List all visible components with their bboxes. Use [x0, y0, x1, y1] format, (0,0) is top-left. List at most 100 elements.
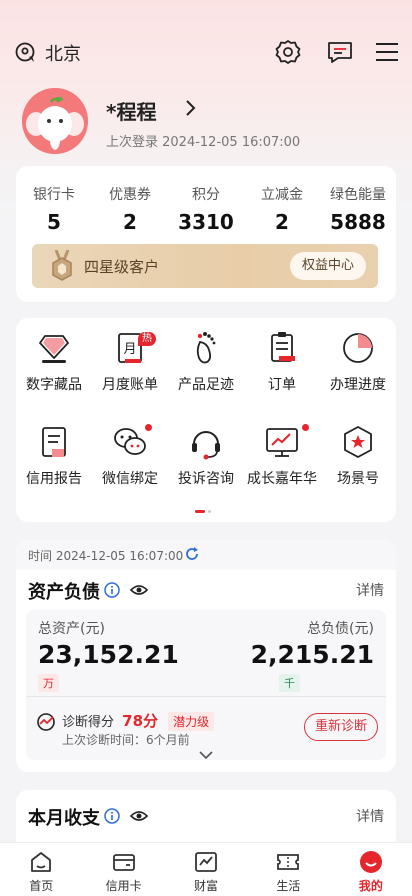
- total-assets-unit-tag: 万: [38, 674, 59, 692]
- medal-icon: [52, 250, 72, 281]
- hot-badge: 热: [138, 332, 156, 346]
- monthly-title: 本月收支: [28, 808, 100, 829]
- shortcut-complaint[interactable]: 投诉咨询: [168, 424, 244, 488]
- avatar[interactable]: [22, 88, 88, 154]
- rediagnose-button[interactable]: 重新诊断: [303, 713, 378, 741]
- stat-label: 积分: [192, 187, 220, 203]
- tab-home[interactable]: 首页: [0, 843, 82, 896]
- diagnosis-time: 上次诊断时间：6个月前: [62, 733, 190, 747]
- tab-life[interactable]: 生活: [247, 843, 329, 896]
- tab-label: 首页: [29, 879, 54, 893]
- total-assets-value: 23,152.21: [38, 640, 179, 669]
- shortcut-label: 产品足迹: [178, 377, 234, 393]
- vip-level-banner[interactable]: 四星级客户 权益中心: [32, 244, 378, 288]
- shortcut-digital-collection[interactable]: 数字藏品: [16, 330, 92, 394]
- pager-dot: [208, 510, 211, 513]
- profile-section[interactable]: *程程 上次登录 2024-12-05 16:07:00: [22, 88, 402, 158]
- stat-green-energy[interactable]: 绿色能量 5888: [320, 184, 396, 234]
- bottom-tab-bar: 首页 信用卡 财富 生活 我的: [0, 842, 412, 896]
- shortcut-progress[interactable]: 办理进度: [320, 330, 396, 394]
- stat-points[interactable]: 积分 3310: [168, 184, 244, 234]
- stat-value: 2: [275, 210, 289, 234]
- location-selector[interactable]: 北京: [14, 40, 81, 66]
- tab-label: 生活: [276, 879, 301, 893]
- account-summary-card: 银行卡 5 优惠券 2 积分 3310 立减金 2 绿色能量 5888 四星级客…: [16, 166, 396, 302]
- message-icon[interactable]: [326, 38, 354, 66]
- shortcut-orders[interactable]: 订单: [244, 330, 320, 394]
- tab-label: 我的: [358, 879, 383, 893]
- elephant-avatar-icon: [22, 88, 88, 154]
- shortcut-wechat-binding[interactable]: 微信绑定: [92, 424, 168, 488]
- tab-credit-card[interactable]: 信用卡: [82, 843, 164, 896]
- shortcut-label: 微信绑定: [102, 471, 158, 487]
- asset-update-time: 时间 2024-12-05 16:07:00: [28, 549, 184, 563]
- shortcut-label: 场景号: [337, 471, 379, 487]
- vip-level-label: 四星级客户: [84, 258, 160, 276]
- shortcut-credit-report[interactable]: 信用报告: [16, 424, 92, 488]
- stat-label: 绿色能量: [330, 187, 386, 203]
- pager-active-dot: [195, 510, 205, 513]
- home-icon: [31, 852, 52, 872]
- assets-title: 资产负债: [28, 582, 100, 603]
- menu-icon[interactable]: [373, 38, 401, 66]
- tab-label: 财富: [194, 879, 219, 893]
- shortcut-grid-card: 数字藏品 月 热 月度账单 产品足迹 订单 办理进度 信用报告 微信绑定 投诉咨…: [16, 318, 396, 522]
- total-debt-label: 总负债(元): [307, 621, 374, 637]
- diagnosis-label: 诊断得分: [62, 715, 115, 730]
- tab-mine[interactable]: 我的: [330, 843, 412, 896]
- info-icon[interactable]: [104, 808, 120, 824]
- total-debt-unit-tag: 千: [279, 674, 300, 692]
- shortcut-product-footprint[interactable]: 产品足迹: [168, 330, 244, 394]
- stat-label: 优惠券: [109, 187, 151, 203]
- monthly-detail-link[interactable]: 详情: [356, 806, 384, 826]
- notification-dot: [302, 424, 309, 431]
- asset-summary-panel: 总资产(元) 23,152.21 万 总负债(元) 2,215.21 千 诊断得…: [26, 610, 386, 760]
- stat-bank-card[interactable]: 银行卡 5: [16, 184, 92, 234]
- order-icon: [271, 332, 295, 362]
- total-debt-value: 2,215.21: [250, 640, 374, 669]
- shortcut-monthly-bill[interactable]: 月 热 月度账单: [92, 330, 168, 394]
- life-icon: [277, 854, 300, 870]
- stat-value: 5888: [330, 210, 386, 234]
- stat-discount[interactable]: 立减金 2: [244, 184, 320, 234]
- assets-detail-link[interactable]: 详情: [356, 580, 384, 600]
- chevron-down-icon[interactable]: [198, 750, 214, 760]
- shortcut-label: 数字藏品: [26, 377, 82, 393]
- tab-wealth[interactable]: 财富: [165, 843, 247, 896]
- credit-card-icon: [112, 854, 135, 871]
- eye-icon[interactable]: [130, 808, 148, 824]
- diagnosis-row: 诊断得分 78分 潜力级: [62, 710, 215, 731]
- shortcut-growth-carnival[interactable]: 成长嘉年华: [244, 424, 320, 488]
- location-label: 北京: [45, 44, 81, 65]
- last-login-time: 上次登录 2024-12-05 16:07:00: [106, 135, 301, 150]
- asset-time-bar: 时间 2024-12-05 16:07:00: [16, 540, 396, 570]
- stat-label: 立减金: [261, 187, 303, 203]
- settings-icon[interactable]: [274, 38, 302, 66]
- diamond-icon: [39, 335, 69, 363]
- shortcut-scene[interactable]: 场景号: [320, 424, 396, 488]
- monthly-income-card: 本月收支 详情: [16, 790, 396, 850]
- stat-value: 3310: [178, 210, 234, 234]
- diagnosis-level-tag: 潜力级: [168, 712, 215, 731]
- eye-icon[interactable]: [130, 582, 148, 598]
- shortcut-label: 信用报告: [26, 471, 82, 487]
- headset-icon: [192, 431, 220, 460]
- refresh-icon[interactable]: [184, 546, 200, 562]
- footprint-icon: [196, 332, 216, 364]
- benefits-center-button[interactable]: 权益中心: [289, 252, 366, 280]
- progress-icon: [343, 333, 373, 363]
- stat-value: 5: [47, 210, 61, 234]
- info-icon[interactable]: [104, 582, 120, 598]
- assets-card: 时间 2024-12-05 16:07:00 资产负债 详情 总资产(元) 23…: [16, 540, 396, 772]
- tab-label: 信用卡: [105, 879, 142, 893]
- user-name[interactable]: *程程: [106, 96, 156, 125]
- stats-row: 银行卡 5 优惠券 2 积分 3310 立减金 2 绿色能量 5888: [16, 184, 396, 234]
- report-icon: [42, 427, 66, 457]
- notification-dot: [145, 424, 152, 431]
- wechat-icon: [114, 428, 146, 455]
- stat-coupon[interactable]: 优惠券 2: [92, 184, 168, 234]
- stat-value: 2: [123, 210, 137, 234]
- scene-icon: [344, 425, 372, 459]
- chevron-right-icon[interactable]: [184, 98, 198, 118]
- svg-text:月: 月: [123, 342, 136, 357]
